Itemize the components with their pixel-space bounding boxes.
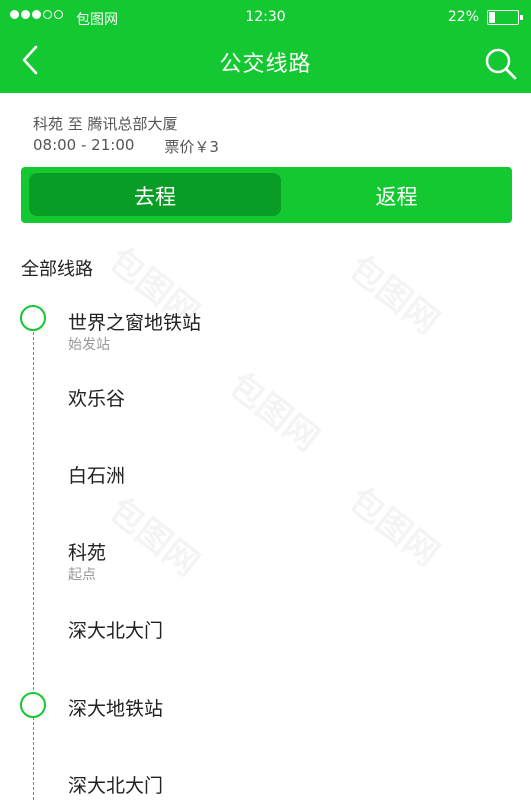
stop-name[interactable]: 白石洲: [68, 461, 125, 488]
status-bar: 包图网 12:30 22%: [0, 0, 531, 36]
stop-marker-icon: [20, 692, 46, 718]
operating-hours: 08:00 - 21:00: [33, 136, 135, 154]
app-header: 包图网 12:30 22% 公交线路: [0, 0, 531, 93]
stop-name[interactable]: 深大北大门: [68, 771, 163, 798]
direction-toggle: 去程 返程: [21, 167, 512, 223]
watermark-logo: 包图网: [221, 359, 332, 460]
search-icon: [485, 48, 517, 80]
stop-name[interactable]: 欢乐谷: [68, 384, 125, 411]
battery-percent: 22%: [447, 9, 479, 25]
stop-name[interactable]: 深大北大门: [68, 616, 163, 643]
tab-return[interactable]: 返程: [281, 181, 512, 211]
tab-outbound[interactable]: 去程: [29, 181, 281, 211]
page-title: 公交线路: [219, 52, 312, 77]
watermark-logo: 包图网: [341, 242, 452, 343]
watermark-logo: 包图网: [101, 484, 212, 585]
route-name: 科苑 至 腾讯总部大厦: [33, 115, 178, 133]
section-title: 全部线路: [21, 259, 93, 280]
watermark-logo: 包图网: [341, 474, 452, 575]
stop-note: 始发站: [68, 337, 110, 353]
battery-fill: [489, 12, 495, 23]
stop-name[interactable]: 深大地铁站: [68, 694, 163, 721]
stop-marker-icon: [20, 305, 46, 331]
stop-name[interactable]: 科苑: [68, 538, 106, 565]
route-meta: 08:00 - 21:00 票价￥3: [33, 136, 219, 157]
battery-icon: [487, 10, 523, 25]
stop-note: 起点: [68, 567, 96, 583]
search-button[interactable]: [481, 44, 521, 84]
fare: 票价￥3: [164, 138, 219, 156]
route-timeline-line: [33, 332, 34, 800]
